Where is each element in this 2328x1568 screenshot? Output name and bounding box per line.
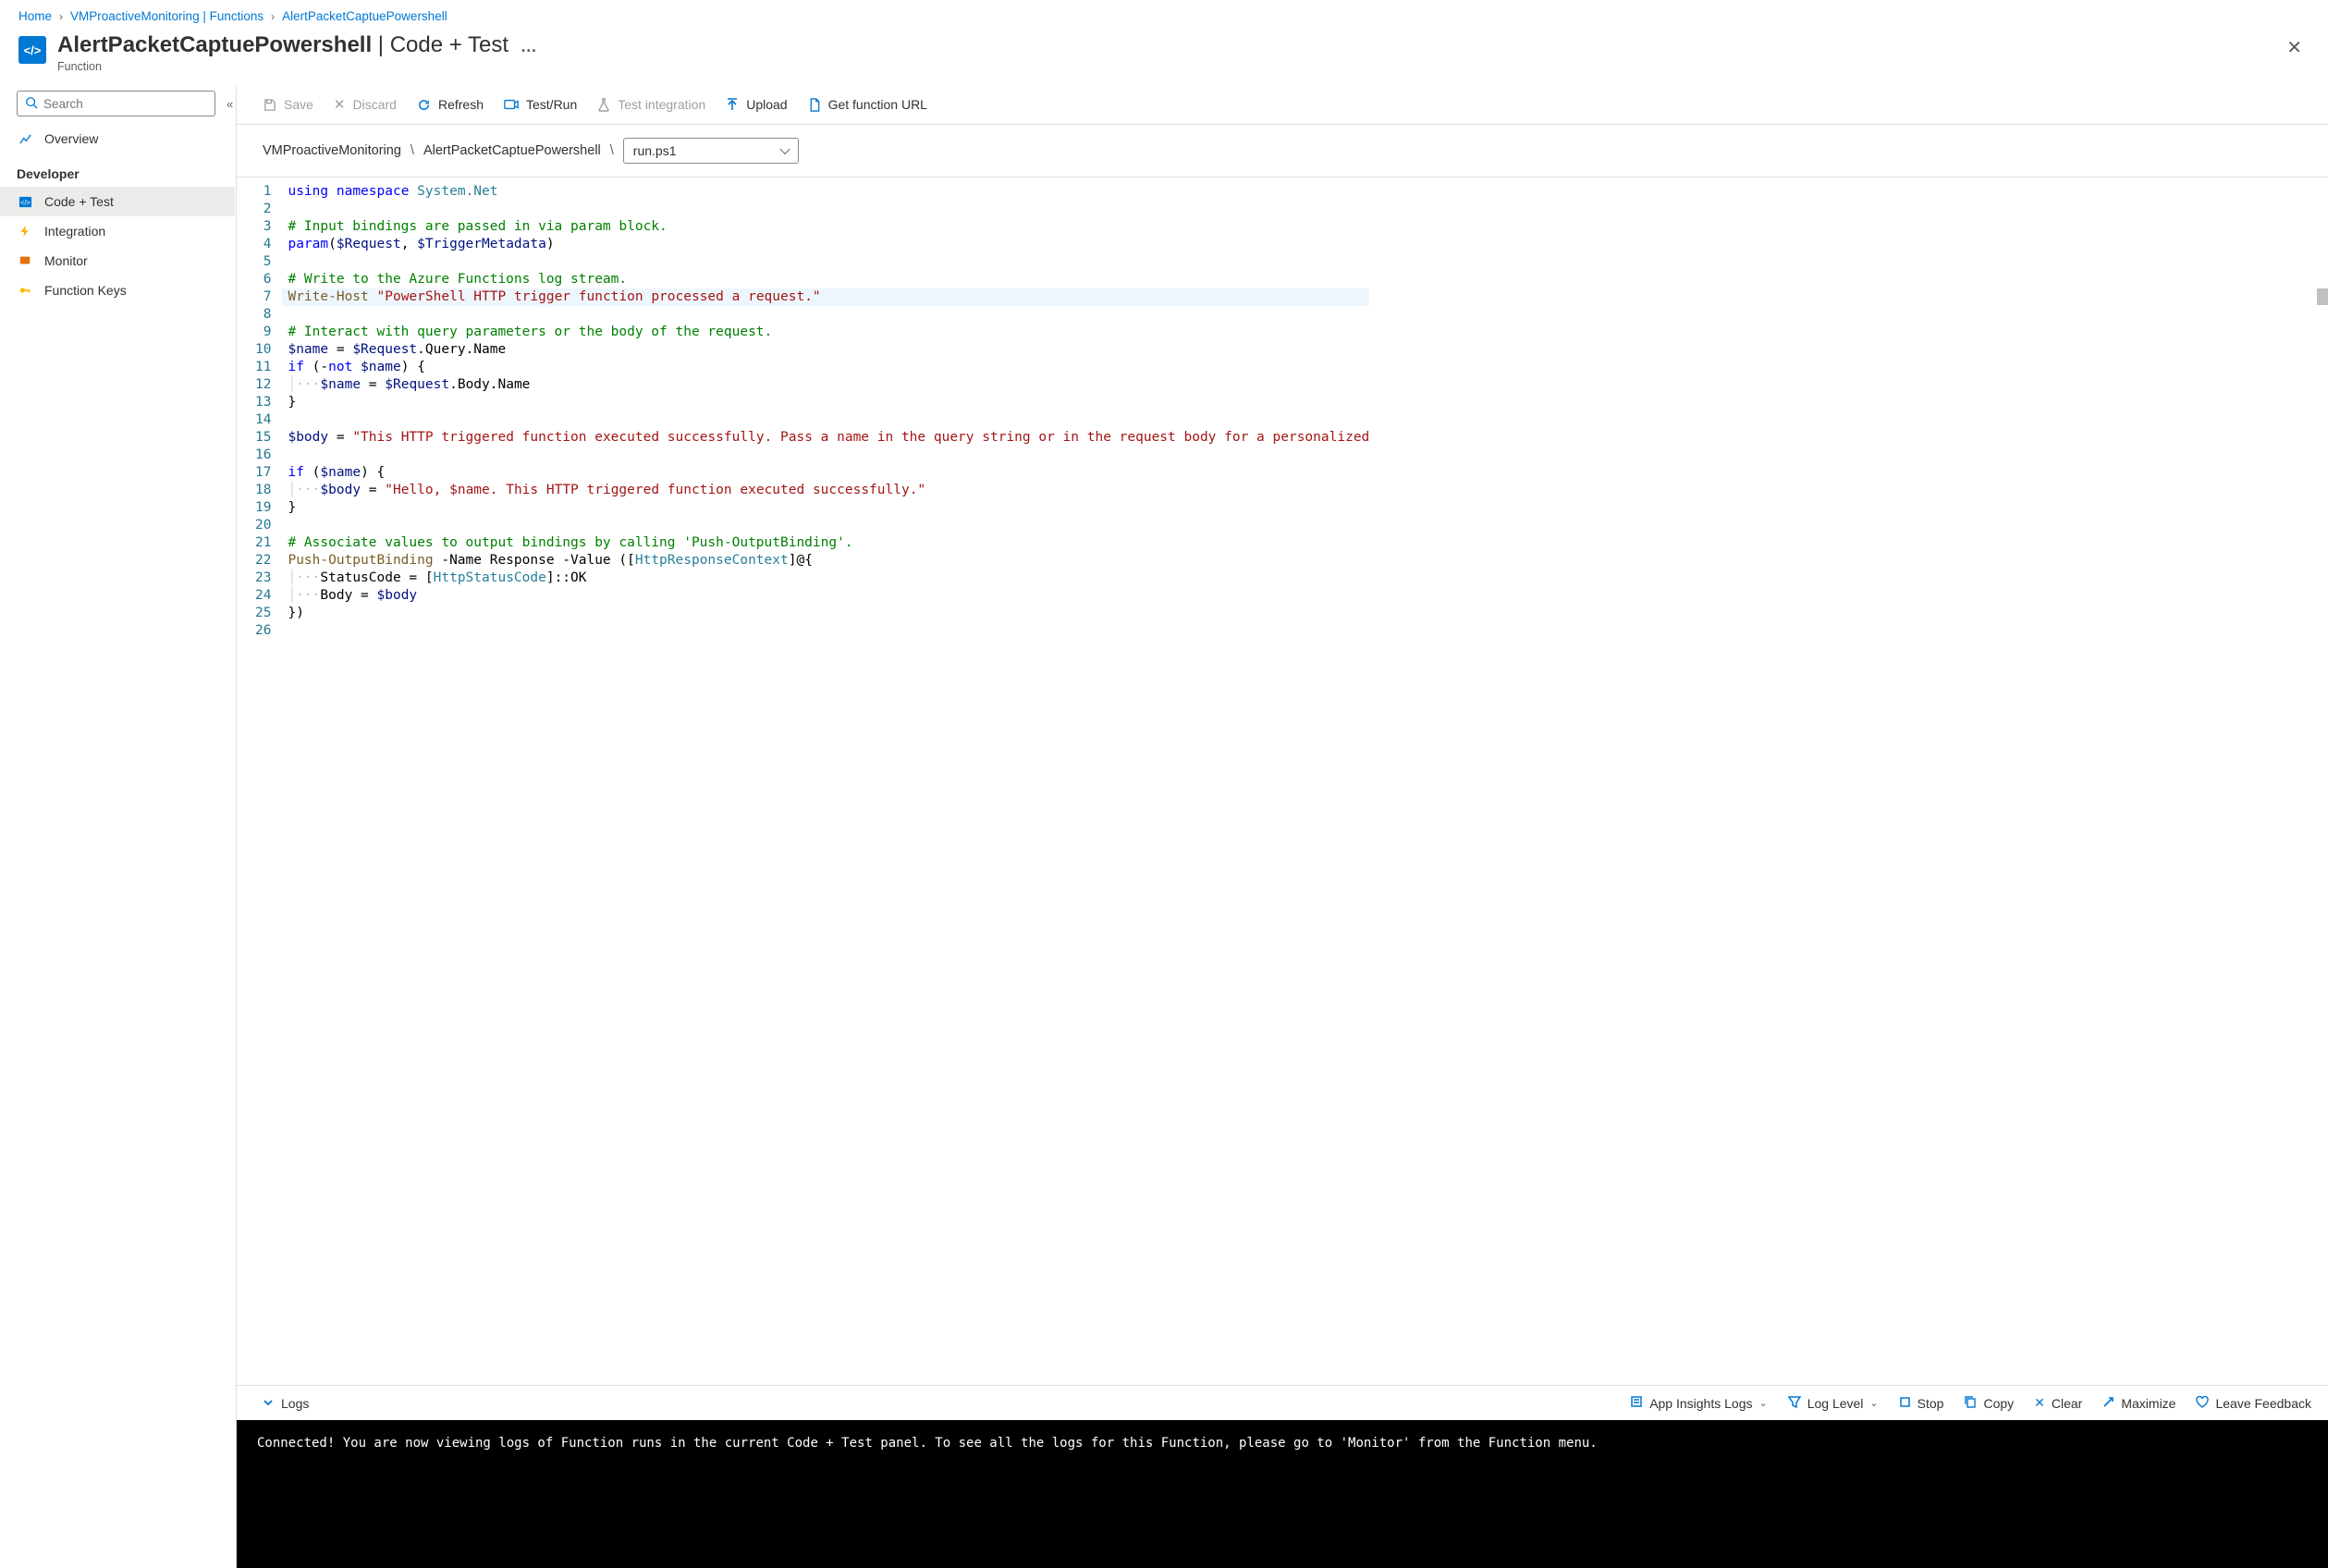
- page-subtitle: Function: [57, 60, 2268, 73]
- search-icon: [25, 96, 38, 112]
- monitor-icon: [17, 254, 33, 267]
- test-integration-button[interactable]: Test integration: [597, 97, 705, 112]
- page-title: AlertPacketCaptuePowershell | Code + Tes…: [57, 32, 2268, 58]
- action-label: Test integration: [618, 97, 705, 112]
- filter-icon: [1788, 1396, 1801, 1411]
- key-icon: [17, 284, 33, 297]
- close-button[interactable]: ✕: [2279, 32, 2310, 63]
- main-panel: Save ✕ Discard Refresh Test/Run Test int…: [236, 85, 2328, 1568]
- title-section: Code + Test: [390, 32, 508, 57]
- action-label: Discard: [353, 97, 397, 112]
- code-editor[interactable]: 1 2 3 4 5 6 7 8 9 10 11 12 13 14 15 16 1…: [237, 178, 2328, 1385]
- link-file-icon: [808, 98, 821, 112]
- search-box[interactable]: [17, 91, 215, 116]
- action-label: Refresh: [438, 97, 484, 112]
- sidebar-item-label: Monitor: [44, 253, 88, 268]
- logs-label: Logs: [281, 1396, 309, 1411]
- upload-icon: [726, 98, 739, 112]
- sidebar-item-label: Overview: [44, 131, 98, 146]
- overview-icon: [17, 132, 33, 146]
- action-label: Test/Run: [526, 97, 577, 112]
- function-icon: </>: [18, 36, 46, 64]
- editor-scrollbar-thumb[interactable]: [2317, 288, 2328, 305]
- logs-console[interactable]: Connected! You are now viewing logs of F…: [237, 1420, 2328, 1568]
- get-function-url-button[interactable]: Get function URL: [808, 97, 927, 112]
- sidebar-item-monitor[interactable]: Monitor: [0, 246, 235, 276]
- more-options-button[interactable]: …: [515, 37, 543, 55]
- chevron-down-icon: [263, 1396, 274, 1411]
- sidebar-item-label: Code + Test: [44, 194, 114, 209]
- chevron-right-icon: ›: [271, 10, 275, 23]
- path-app: VMProactiveMonitoring: [263, 143, 401, 158]
- chevron-right-icon: ›: [59, 10, 63, 23]
- file-selected: run.ps1: [633, 143, 677, 158]
- copy-icon: [1964, 1395, 1977, 1411]
- heart-icon: [2196, 1396, 2209, 1411]
- file-path-bar: VMProactiveMonitoring \ AlertPacketCaptu…: [237, 125, 2328, 178]
- discard-button[interactable]: ✕ Discard: [334, 96, 397, 113]
- log-btn-label: Log Level: [1807, 1396, 1864, 1411]
- sidebar-item-overview[interactable]: Overview: [0, 124, 235, 153]
- log-btn-label: Clear: [2052, 1396, 2082, 1411]
- chevron-down-icon: ⌄: [1869, 1397, 1878, 1409]
- page-header: </> AlertPacketCaptuePowershell | Code +…: [0, 29, 2328, 85]
- logs-collapse-toggle[interactable]: Logs: [263, 1396, 309, 1411]
- sidebar: « Overview Developer </> Code + Test Int…: [0, 85, 236, 1568]
- action-bar: Save ✕ Discard Refresh Test/Run Test int…: [237, 87, 2328, 125]
- sidebar-item-label: Function Keys: [44, 283, 127, 298]
- lightning-icon: [17, 225, 33, 238]
- clear-icon: ✕: [2034, 1395, 2045, 1411]
- file-dropdown[interactable]: run.ps1: [623, 138, 799, 164]
- stop-icon: [1899, 1396, 1911, 1411]
- action-label: Upload: [746, 97, 787, 112]
- breadcrumb-home[interactable]: Home: [18, 9, 52, 23]
- clear-button[interactable]: ✕ Clear: [2034, 1395, 2082, 1411]
- sidebar-section-developer: Developer: [0, 153, 235, 187]
- save-button[interactable]: Save: [263, 97, 313, 112]
- maximize-button[interactable]: Maximize: [2102, 1396, 2175, 1411]
- log-btn-label: Stop: [1918, 1396, 1944, 1411]
- log-level-button[interactable]: Log Level ⌄: [1788, 1396, 1879, 1411]
- path-function: AlertPacketCaptuePowershell: [423, 143, 601, 158]
- upload-button[interactable]: Upload: [726, 97, 787, 112]
- insights-icon: [1630, 1395, 1643, 1411]
- leave-feedback-button[interactable]: Leave Feedback: [2196, 1396, 2311, 1411]
- svg-text:</>: </>: [20, 198, 31, 206]
- code-body[interactable]: using namespace System.Net # Input bindi…: [282, 178, 1378, 1385]
- refresh-button[interactable]: Refresh: [417, 97, 484, 112]
- save-icon: [263, 98, 276, 112]
- test-run-button[interactable]: Test/Run: [504, 97, 577, 112]
- path-sep: \: [610, 143, 614, 158]
- breadcrumb: Home › VMProactiveMonitoring | Functions…: [0, 0, 2328, 29]
- line-number-gutter: 1 2 3 4 5 6 7 8 9 10 11 12 13 14 15 16 1…: [237, 178, 282, 1385]
- copy-button[interactable]: Copy: [1964, 1395, 2014, 1411]
- test-run-icon: [504, 98, 519, 111]
- sidebar-item-function-keys[interactable]: Function Keys: [0, 276, 235, 305]
- action-label: Save: [284, 97, 313, 112]
- stop-button[interactable]: Stop: [1899, 1396, 1944, 1411]
- action-label: Get function URL: [828, 97, 927, 112]
- chevron-down-icon: ⌄: [1758, 1397, 1767, 1409]
- search-input[interactable]: [43, 97, 207, 111]
- breadcrumb-current[interactable]: AlertPacketCaptuePowershell: [282, 9, 447, 23]
- title-separator: |: [372, 32, 390, 57]
- log-btn-label: App Insights Logs: [1649, 1396, 1752, 1411]
- log-btn-label: Maximize: [2121, 1396, 2175, 1411]
- title-function-name: AlertPacketCaptuePowershell: [57, 32, 372, 57]
- refresh-icon: [417, 98, 431, 112]
- app-insights-logs-button[interactable]: App Insights Logs ⌄: [1630, 1395, 1768, 1411]
- flask-icon: [597, 98, 610, 112]
- sidebar-item-code-test[interactable]: </> Code + Test: [0, 187, 235, 216]
- discard-icon: ✕: [334, 96, 346, 113]
- path-sep: \: [410, 143, 414, 158]
- breadcrumb-parent[interactable]: VMProactiveMonitoring | Functions: [70, 9, 263, 23]
- sidebar-item-label: Integration: [44, 224, 105, 239]
- log-btn-label: Copy: [1983, 1396, 2014, 1411]
- logs-toolbar: Logs App Insights Logs ⌄ Log Level ⌄ Sto…: [237, 1385, 2328, 1420]
- collapse-sidebar-button[interactable]: «: [223, 93, 237, 115]
- maximize-icon: [2102, 1396, 2114, 1411]
- log-btn-label: Leave Feedback: [2215, 1396, 2311, 1411]
- sidebar-item-integration[interactable]: Integration: [0, 216, 235, 246]
- code-icon: </>: [17, 195, 33, 209]
